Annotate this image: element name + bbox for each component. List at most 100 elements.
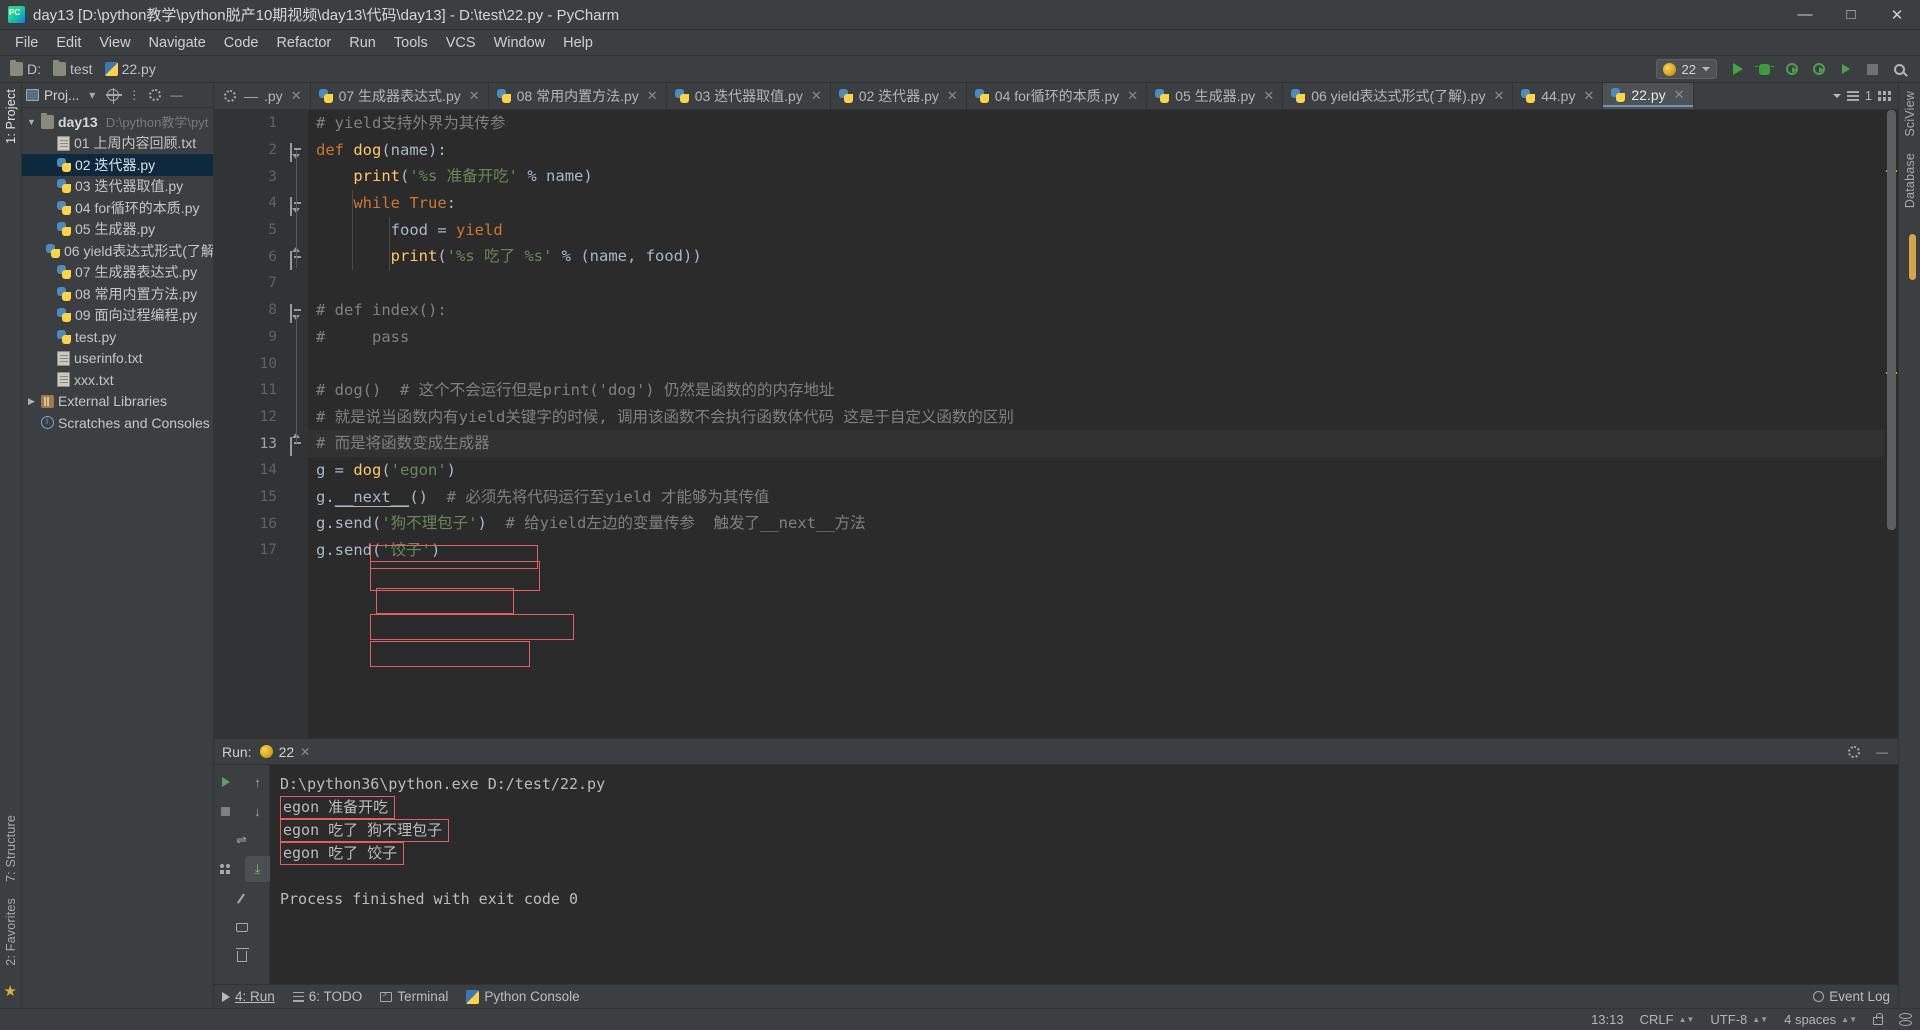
menu-tools[interactable]: Tools xyxy=(385,32,437,54)
editor-tab[interactable]: 07 生成器表达式.py ✕ xyxy=(311,83,489,109)
line-number[interactable]: 8 xyxy=(214,297,286,324)
close-icon[interactable]: ✕ xyxy=(1583,88,1594,104)
branch-icon[interactable] xyxy=(1899,1013,1912,1026)
line-number[interactable]: 15 xyxy=(214,484,286,511)
rerun-button[interactable] xyxy=(213,769,239,795)
search-everywhere-button[interactable] xyxy=(1887,58,1912,80)
line-separator[interactable]: CRLF ▲▼ xyxy=(1640,1012,1695,1027)
settings-icon[interactable] xyxy=(147,87,163,103)
scrollbar-thumb[interactable] xyxy=(1887,110,1896,530)
close-icon[interactable]: ✕ xyxy=(291,88,302,104)
close-icon[interactable]: ✕ xyxy=(1493,88,1504,104)
line-number[interactable]: 1 xyxy=(214,110,286,137)
down-button[interactable]: ↓ xyxy=(245,798,271,824)
tree-node[interactable]: 05 生成器.py xyxy=(22,219,213,241)
tree-node[interactable]: 02 迭代器.py xyxy=(22,154,213,176)
gear-icon[interactable] xyxy=(1846,744,1862,760)
menu-navigate[interactable]: Navigate xyxy=(140,32,215,54)
tab-list-icon[interactable] xyxy=(1847,91,1860,101)
chevron-down-icon[interactable] xyxy=(1833,94,1842,98)
tree-node[interactable]: ▼ day13 D:\python教学\pyt xyxy=(22,111,213,133)
menu-help[interactable]: Help xyxy=(554,32,602,54)
editor-tab[interactable]: 03 迭代器取值.py ✕ xyxy=(667,83,831,109)
code-line[interactable]: g.__next__() # 必须先将代码运行至yield 才能够为其传值 xyxy=(308,484,1884,511)
editor-scrollbar[interactable] xyxy=(1884,110,1898,738)
settings-icon[interactable] xyxy=(222,88,238,104)
bottom-item-run[interactable]: 4: Run xyxy=(222,989,275,1004)
editor-tab[interactable]: 08 常用内置方法.py ✕ xyxy=(489,83,667,109)
code-line[interactable]: while True: xyxy=(308,190,1884,217)
code-line[interactable] xyxy=(308,350,1884,377)
code-line[interactable]: g.send('狗不理包子') # 给yield左边的变量传参 触发了__nex… xyxy=(308,510,1884,537)
print-output-button[interactable] xyxy=(213,856,239,882)
close-icon[interactable]: ✕ xyxy=(1263,88,1274,104)
profile-button[interactable] xyxy=(1806,58,1831,80)
editor-tab[interactable]: 06 yield表达式形式(了解).py ✕ xyxy=(1283,83,1514,109)
tree-node[interactable]: userinfo.txt xyxy=(22,348,213,370)
close-icon[interactable]: ✕ xyxy=(647,88,658,104)
line-number[interactable]: 16 xyxy=(214,510,286,537)
debug-button[interactable] xyxy=(1752,58,1777,80)
line-number[interactable]: 17 xyxy=(214,537,286,564)
tree-node[interactable]: 03 迭代器取值.py xyxy=(22,176,213,198)
bottom-item-python-console[interactable]: Python Console xyxy=(466,989,580,1004)
pin-button[interactable] xyxy=(229,885,255,911)
line-number[interactable]: 9 xyxy=(214,324,286,351)
event-log-button[interactable]: Event Log xyxy=(1813,989,1890,1004)
close-button[interactable]: ✕ xyxy=(1874,0,1920,30)
grid-view-icon[interactable] xyxy=(1878,91,1891,101)
soft-wrap-button[interactable]: ⇌ xyxy=(229,827,255,853)
tree-node[interactable]: xxx.txt xyxy=(22,369,213,391)
line-number[interactable]: 5 xyxy=(214,217,286,244)
menu-file[interactable]: File xyxy=(6,32,47,54)
code-line[interactable]: # 就是说当函数内有yield关键字的时候, 调用该函数不会执行函数体代码 这是… xyxy=(308,404,1884,431)
menu-code[interactable]: Code xyxy=(215,32,268,54)
run-tab-22[interactable]: 22 ✕ xyxy=(259,744,310,760)
line-number[interactable]: 10 xyxy=(214,350,286,377)
code-line[interactable]: print('%s 吃了 %s' % (name, food)) xyxy=(308,243,1884,270)
bottom-item-terminal[interactable]: Terminal xyxy=(380,989,448,1004)
print-button[interactable] xyxy=(229,914,255,940)
close-icon[interactable]: ✕ xyxy=(947,88,958,104)
line-number[interactable]: 6 xyxy=(214,243,286,270)
menu-window[interactable]: Window xyxy=(485,32,555,54)
tree-node[interactable]: 06 yield表达式形式(了解 xyxy=(22,240,213,262)
editor-tab[interactable]: 22.py ✕ xyxy=(1603,83,1694,109)
maximize-button[interactable]: □ xyxy=(1828,0,1874,30)
rail-item-database[interactable]: Database xyxy=(1903,153,1917,208)
code-line[interactable]: # dog() # 这个不会运行但是print('dog') 仍然是函数的的内存… xyxy=(308,377,1884,404)
code-line[interactable]: food = yield xyxy=(308,217,1884,244)
code-line[interactable]: print('%s 准备开吃' % name) xyxy=(308,163,1884,190)
minimize-icon[interactable]: — xyxy=(1874,744,1890,760)
bottom-item-todo[interactable]: 6: TODO xyxy=(292,989,362,1004)
rail-item-sciview[interactable]: SciView xyxy=(1903,91,1917,137)
stop-button[interactable] xyxy=(213,798,239,824)
code-line[interactable]: g = dog('egon') xyxy=(308,457,1884,484)
code-line[interactable] xyxy=(308,270,1884,297)
hide-icon[interactable]: — xyxy=(168,87,184,103)
close-icon[interactable]: ✕ xyxy=(1127,88,1138,104)
line-number[interactable]: 12 xyxy=(214,404,286,431)
line-number[interactable]: 3 xyxy=(214,163,286,190)
tree-node[interactable]: 04 for循环的本质.py xyxy=(22,197,213,219)
menu-run[interactable]: Run xyxy=(340,32,385,54)
line-number[interactable]: 13 xyxy=(214,430,286,457)
editor-tab[interactable]: 44.py ✕ xyxy=(1513,83,1604,109)
breadcrumb-file[interactable]: 22.py xyxy=(99,59,162,79)
editor-tab[interactable]: — .py ✕ xyxy=(214,83,311,109)
tree-node[interactable]: 08 常用内置方法.py xyxy=(22,283,213,305)
clear-all-button[interactable] xyxy=(229,943,255,969)
run-configuration-selector[interactable]: 22 xyxy=(1655,59,1717,79)
minimize-button[interactable]: — xyxy=(1782,0,1828,30)
rail-item-structure[interactable]: 7: Structure xyxy=(4,815,18,882)
tree-node[interactable]: ▶ External Libraries xyxy=(22,391,213,413)
tree-node[interactable]: Scratches and Consoles xyxy=(22,412,213,434)
run-coverage-button[interactable] xyxy=(1779,58,1804,80)
line-number[interactable]: 7 xyxy=(214,270,286,297)
menu-view[interactable]: View xyxy=(90,32,139,54)
menu-edit[interactable]: Edit xyxy=(47,32,90,54)
tree-node[interactable]: 01 上周内容回顾.txt xyxy=(22,133,213,155)
scroll-to-end-button[interactable]: ⤓ xyxy=(244,856,271,882)
close-icon[interactable]: ✕ xyxy=(811,88,822,104)
star-icon[interactable]: ★ xyxy=(4,982,18,1000)
